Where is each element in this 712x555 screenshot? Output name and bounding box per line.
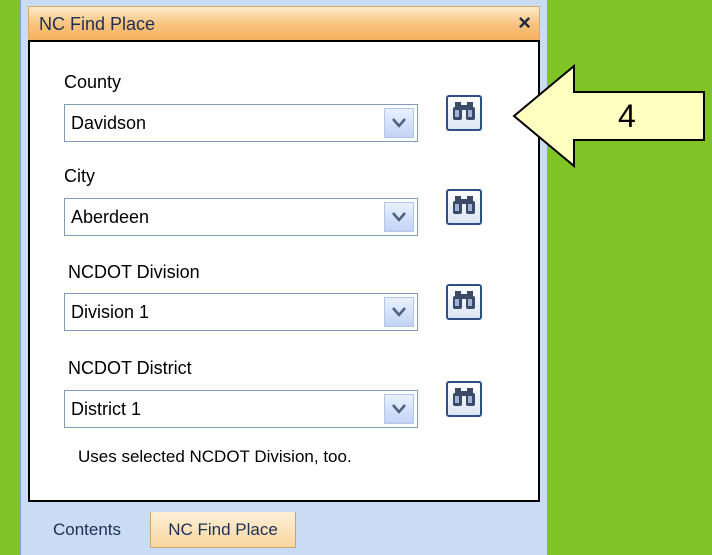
find-place-panel: County Davidson City Aberdeen NCDOT Divi…: [28, 40, 540, 502]
division-value: Division 1: [71, 302, 150, 322]
title-bar[interactable]: NC Find Place ×: [28, 6, 540, 40]
binoculars-icon: [452, 386, 476, 413]
city-dropdown[interactable]: Aberdeen: [64, 198, 418, 236]
district-dropdown[interactable]: District 1: [64, 390, 418, 428]
city-label: City: [64, 166, 95, 186]
county-find-button[interactable]: [446, 95, 482, 131]
county-dropdown[interactable]: Davidson: [64, 104, 418, 142]
district-value: District 1: [71, 399, 142, 419]
binoculars-icon: [452, 100, 476, 127]
city-find-button[interactable]: [446, 189, 482, 225]
district-find-button[interactable]: [446, 381, 482, 417]
binoculars-icon: [452, 289, 476, 316]
division-note: Uses selected NCDOT Division, too.: [78, 447, 352, 466]
tab-contents[interactable]: Contents: [32, 512, 142, 548]
binoculars-icon: [452, 194, 476, 221]
chevron-down-icon[interactable]: [384, 108, 414, 138]
chevron-down-icon[interactable]: [384, 297, 414, 327]
county-value: Davidson: [71, 113, 147, 133]
callout-number: 4: [618, 98, 636, 134]
nc-find-place-window: NC Find Place × County Davidson City Abe…: [20, 0, 548, 555]
division-find-button[interactable]: [446, 284, 482, 320]
tab-strip: Contents NC Find Place: [28, 502, 540, 555]
division-label: NCDOT Division: [68, 262, 200, 282]
tab-nc-find-place[interactable]: NC Find Place: [150, 512, 296, 548]
division-dropdown[interactable]: Division 1: [64, 293, 418, 331]
county-label: County: [64, 72, 122, 92]
chevron-down-icon[interactable]: [384, 394, 414, 424]
city-value: Aberdeen: [71, 207, 150, 227]
close-icon[interactable]: ×: [518, 10, 531, 36]
district-label: NCDOT District: [68, 358, 192, 378]
chevron-down-icon[interactable]: [384, 202, 414, 232]
window-title: NC Find Place: [39, 14, 156, 34]
callout-arrow: [512, 64, 705, 168]
